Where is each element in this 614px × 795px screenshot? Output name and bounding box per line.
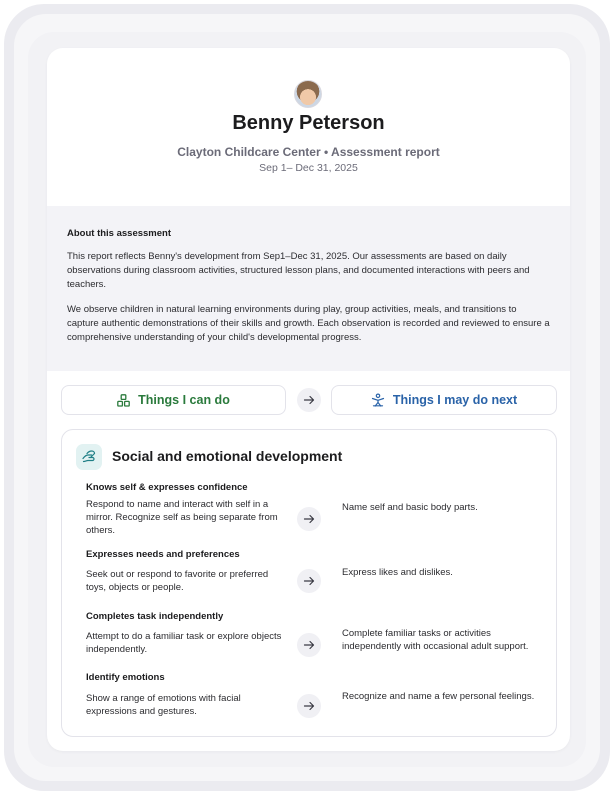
skill-title: Completes task independently	[86, 611, 224, 622]
skill-next: Name self and basic body parts.	[342, 502, 478, 513]
skill-current: Respond to name and interact with self i…	[86, 499, 278, 536]
about-paragraph: This report reflects Benny's development…	[67, 251, 530, 290]
report-card: Benny Peterson Clayton Childcare Center …	[47, 48, 570, 751]
arrow-right-icon	[297, 694, 321, 718]
arrow-right-icon	[297, 507, 321, 531]
about-paragraph: We observe children in natural learning …	[67, 304, 550, 343]
skill-item: Completes task independently Attempt to …	[86, 611, 546, 663]
tab-things-i-can-do[interactable]: Things I can do	[61, 385, 286, 415]
skill-next: Complete familiar tasks or activities in…	[342, 628, 529, 652]
skill-item: Expresses needs and preferences Seek out…	[86, 549, 546, 601]
report-date-range: Sep 1– Dec 31, 2025	[259, 162, 358, 174]
skill-title: Identify emotions	[86, 672, 165, 683]
hands-icon	[76, 444, 102, 470]
skill-current: Attempt to do a familiar task or explore…	[86, 631, 282, 655]
social-emotional-section: Social and emotional development Knows s…	[61, 429, 557, 737]
child-reaching-icon	[371, 393, 384, 407]
skill-title: Knows self & expresses confidence	[86, 482, 248, 493]
tab-label: Things I can do	[138, 393, 230, 407]
report-subtitle: Clayton Childcare Center • Assessment re…	[177, 145, 440, 159]
section-title: Social and emotional development	[112, 448, 343, 464]
report-header: Benny Peterson Clayton Childcare Center …	[47, 48, 570, 206]
avatar	[294, 80, 322, 108]
skill-tabs: Things I can do Things I may do next	[61, 385, 557, 415]
skill-item: Knows self & expresses confidence Respon…	[86, 482, 546, 540]
skill-next: Recognize and name a few personal feelin…	[342, 691, 535, 702]
about-title: About this assessment	[67, 228, 171, 239]
tab-label: Things I may do next	[392, 393, 518, 407]
arrow-right-icon	[297, 388, 321, 412]
blocks-icon	[117, 393, 131, 407]
arrow-right-icon	[297, 633, 321, 657]
tab-things-i-may-do-next[interactable]: Things I may do next	[331, 385, 557, 415]
skill-next: Express likes and dislikes.	[342, 567, 453, 578]
skill-title: Expresses needs and preferences	[86, 549, 240, 560]
child-name: Benny Peterson	[232, 112, 385, 134]
skill-current: Seek out or respond to favorite or prefe…	[86, 569, 269, 593]
arrow-right-icon	[297, 569, 321, 593]
about-assessment: About this assessment This report reflec…	[47, 206, 570, 371]
skill-current: Show a range of emotions with facial exp…	[86, 693, 241, 717]
skill-item: Identify emotions Show a range of emotio…	[86, 672, 546, 724]
